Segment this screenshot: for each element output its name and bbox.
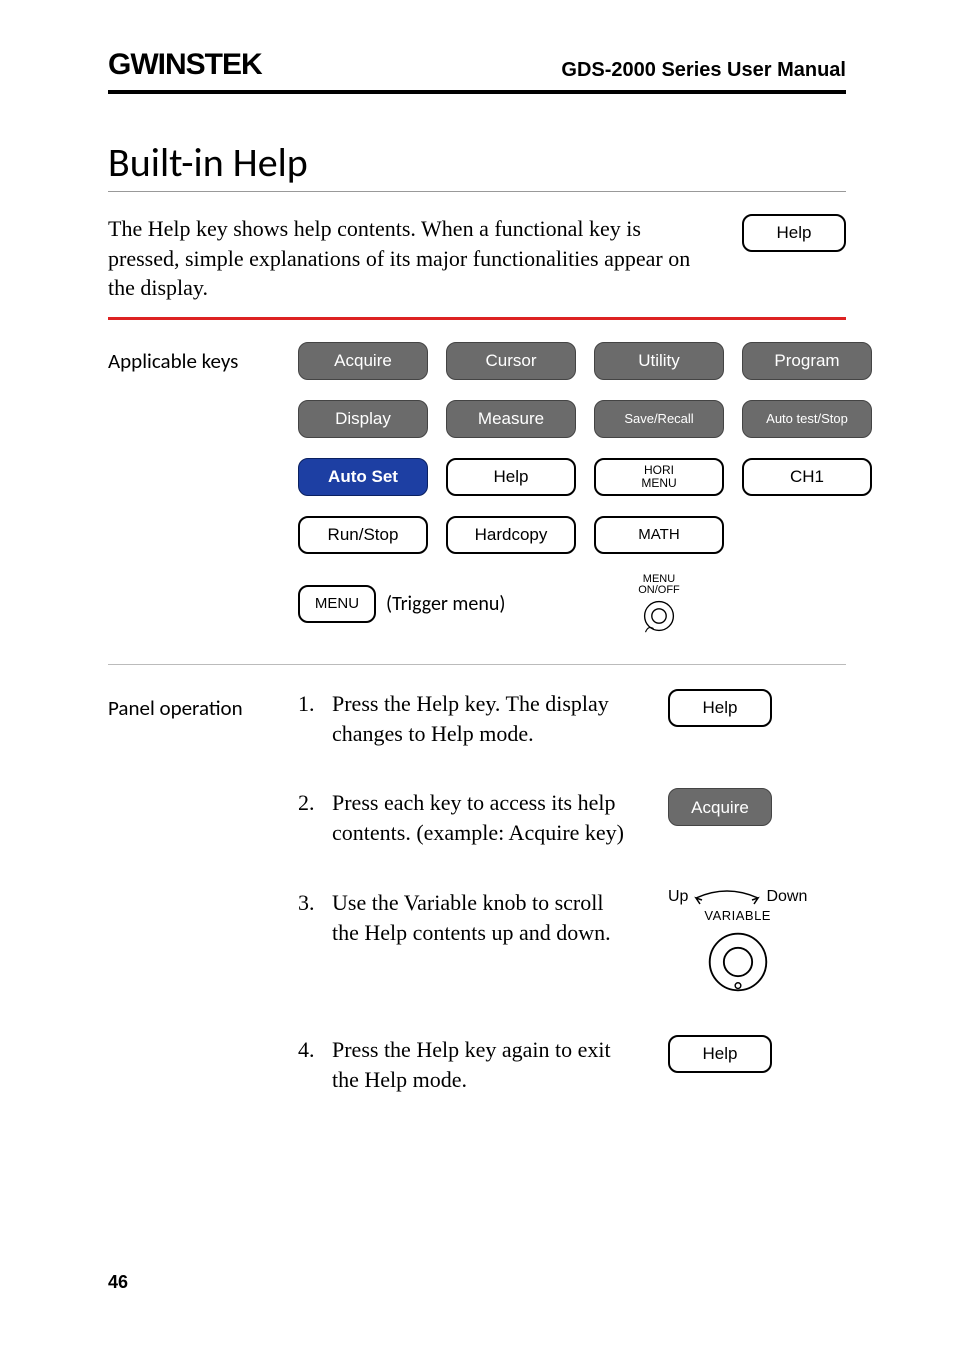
help-key-step1[interactable]: Help xyxy=(668,689,772,727)
cursor-key[interactable]: Cursor xyxy=(446,342,576,380)
program-key[interactable]: Program xyxy=(742,342,872,380)
help-key-grid[interactable]: Help xyxy=(446,458,576,496)
key-grid: Acquire Cursor Utility Program Display M… xyxy=(298,342,872,634)
hori-line2: MENU xyxy=(641,477,676,490)
intro-text: The Help key shows help contents. When a… xyxy=(108,214,712,303)
up-label: Up xyxy=(668,888,688,906)
manual-title: GDS-2000 Series User Manual xyxy=(561,59,846,82)
menu-onoff-label: MENU ON/OFF xyxy=(638,574,680,596)
measure-key[interactable]: Measure xyxy=(446,400,576,438)
brand-logo: GWINSTEK xyxy=(108,48,262,82)
page-header: GWINSTEK GDS-2000 Series User Manual xyxy=(108,48,846,88)
menu-onoff-l2: ON/OFF xyxy=(638,584,680,596)
menu-key[interactable]: MENU xyxy=(298,585,376,623)
steps-list: 1. Press the Help key. The display chang… xyxy=(298,689,846,1094)
step-4: 4. Press the Help key again to exit the … xyxy=(298,1035,846,1094)
acquire-key[interactable]: Acquire xyxy=(298,342,428,380)
hori-menu-key[interactable]: HORIMENU xyxy=(594,458,724,496)
step-num: 2. xyxy=(298,788,320,847)
auto-set-key[interactable]: Auto Set xyxy=(298,458,428,496)
step-num: 3. xyxy=(298,888,320,947)
intro-row: The Help key shows help contents. When a… xyxy=(108,214,846,303)
arrow-icon xyxy=(692,888,762,906)
hardcopy-key[interactable]: Hardcopy xyxy=(446,516,576,554)
step-text: Press the Help key again to exit the Hel… xyxy=(332,1035,628,1094)
math-key[interactable]: MATH xyxy=(594,516,724,554)
menu-onoff: MENU ON/OFF xyxy=(594,574,724,634)
step-num: 4. xyxy=(298,1035,320,1094)
variable-label: VARIABLE xyxy=(704,908,771,923)
down-label: Down xyxy=(766,888,807,906)
save-recall-key[interactable]: Save/Recall xyxy=(594,400,724,438)
step-text: Use the Variable knob to scroll the Help… xyxy=(332,888,628,947)
menu-onoff-knob-icon[interactable] xyxy=(641,598,677,634)
acquire-key-step2[interactable]: Acquire xyxy=(668,788,772,826)
step-2: 2. Press each key to access its help con… xyxy=(298,788,846,847)
step-num: 1. xyxy=(298,689,320,748)
applicable-keys-section: Applicable keys Acquire Cursor Utility P… xyxy=(108,342,846,634)
panel-label: Panel operation xyxy=(108,689,278,1134)
auto-test-key[interactable]: Auto test/Stop xyxy=(742,400,872,438)
help-key[interactable]: Help xyxy=(742,214,846,252)
section-divider xyxy=(108,664,846,665)
panel-operation-section: Panel operation 1. Press the Help key. T… xyxy=(108,689,846,1134)
ch1-key[interactable]: CH1 xyxy=(742,458,872,496)
step-text: Press each key to access its help conten… xyxy=(332,788,628,847)
applicable-label: Applicable keys xyxy=(108,342,278,634)
step-1: 1. Press the Help key. The display chang… xyxy=(298,689,846,748)
red-divider xyxy=(108,317,846,320)
utility-key[interactable]: Utility xyxy=(594,342,724,380)
run-stop-key[interactable]: Run/Stop xyxy=(298,516,428,554)
knob-icon xyxy=(705,929,771,995)
variable-knob[interactable]: Up Down VARIABLE xyxy=(668,888,807,995)
section-title: Built-in Help xyxy=(108,138,846,192)
knob-direction-labels: Up Down xyxy=(668,888,807,906)
help-key-intro: Help xyxy=(742,214,846,252)
page-number: 46 xyxy=(108,1272,128,1293)
header-rule xyxy=(108,90,846,94)
trigger-menu-row: MENU (Trigger menu) xyxy=(298,585,576,623)
step-text: Press the Help key. The display changes … xyxy=(332,689,628,748)
step-3: 3. Use the Variable knob to scroll the H… xyxy=(298,888,846,995)
display-key[interactable]: Display xyxy=(298,400,428,438)
help-key-step4[interactable]: Help xyxy=(668,1035,772,1073)
trigger-menu-label: (Trigger menu) xyxy=(386,592,505,616)
